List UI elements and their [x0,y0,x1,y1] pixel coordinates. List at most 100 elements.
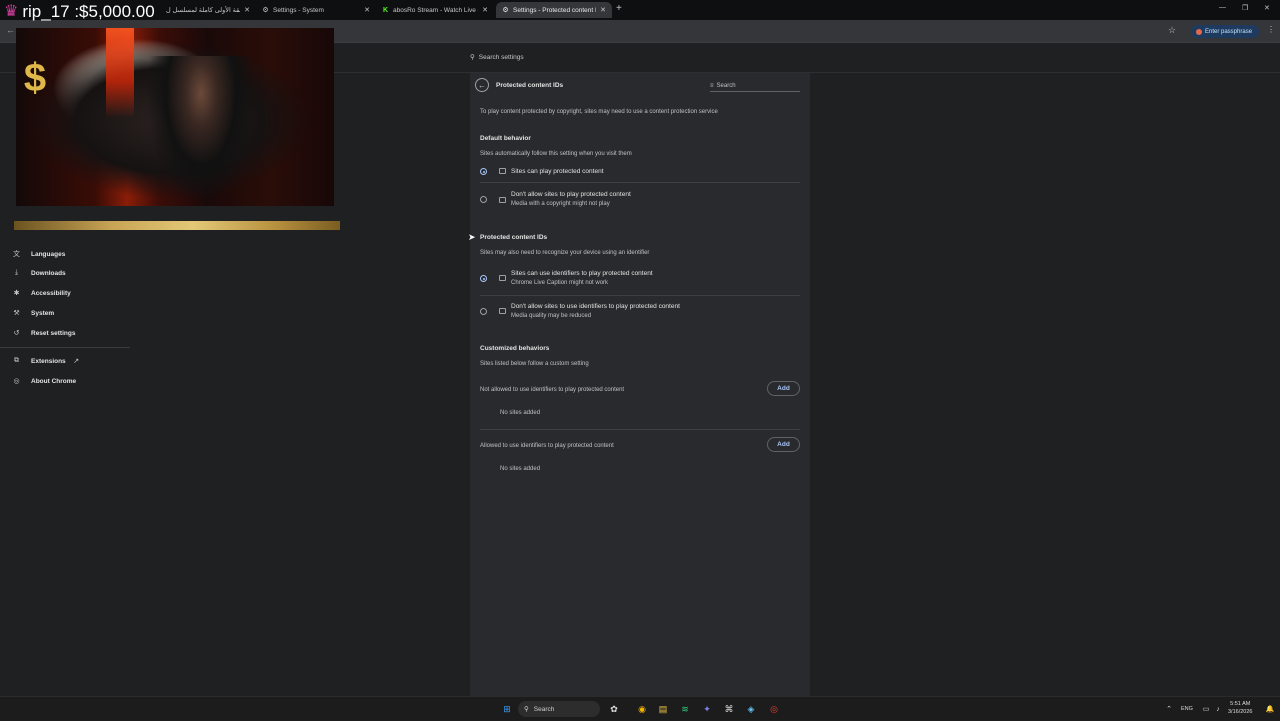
protected-content-icon [499,168,506,174]
radio-dont-allow-identifiers[interactable] [480,308,487,315]
sidebar-item-extensions[interactable]: ⧉ Extensions ↗ [12,357,81,365]
option-label: Sites can use identifiers to play protec… [511,270,653,277]
option-description: Chrome Live Caption might not work [511,280,609,286]
download-icon: ⤓ [14,269,19,276]
puzzle-icon: ⧉ [14,357,19,364]
donation-text: rip_17 :$5,000.00 [22,2,155,21]
sidebar-item-languages[interactable]: 文 Languages [12,249,65,259]
option-label: Don't allow sites to play protected cont… [511,191,631,198]
clock-time: 5:51 AM [1230,701,1251,707]
wrench-icon: ⚒ [13,310,20,317]
notification-bell-icon[interactable]: 🔔 [1264,703,1276,715]
tab-title: الحلقة الأولى كاملة لمسلسل ل [166,7,240,14]
file-explorer-icon[interactable]: ▤ [657,703,669,715]
add-allowed-button[interactable]: Add [767,437,800,452]
tab-title: Settings - Protected content ID [513,6,597,14]
menu-dots-icon[interactable]: ⋮ [1267,25,1275,34]
sidebar-item-downloads[interactable]: ⤓ Downloads [12,269,66,277]
section-sub-protected-content-ids: Sites may also need to recognize your de… [480,250,650,256]
taskbar-search[interactable]: ⚲ Search [518,701,600,717]
sidebar-item-label: Downloads [31,269,66,277]
divider [0,347,130,348]
tab-title: abosRo Stream - Watch Live o [393,6,479,14]
radio-dont-allow-play[interactable] [480,196,487,203]
profile-avatar-icon [1196,28,1202,35]
tab-settings-protected-content[interactable]: ⚙ Settings - Protected content ID ✕ [496,2,612,18]
close-icon[interactable]: ✕ [600,6,606,14]
gear-icon: ⚙ [502,7,509,14]
sidebar-item-reset-settings[interactable]: ↺ Reset settings [12,329,76,338]
restore-icon[interactable]: ❐ [1242,4,1248,12]
clock-date: 3/16/2026 [1228,709,1253,715]
taskbar-search-label: Search [533,705,555,713]
settings-search-input[interactable]: ⚲ Search settings [470,50,810,64]
language-indicator[interactable]: ENG [1181,706,1193,712]
goal-bar [14,221,340,230]
new-tab-icon[interactable]: + [616,3,622,14]
back-arrow-icon[interactable]: ← [475,78,489,92]
section-sub-customized-behaviors: Sites listed below follow a custom setti… [480,361,589,367]
teams-icon[interactable]: ✦ [701,703,713,715]
divider [480,182,800,183]
minimize-icon[interactable]: — [1219,4,1226,11]
bookmark-star-icon[interactable]: ☆ [1168,25,1176,36]
sidebar-item-system[interactable]: ⚒ System [12,309,55,318]
identifier-blocked-icon [499,308,506,314]
chevron-up-icon[interactable]: ⌃ [1163,703,1175,715]
sidebar-item-label: Accessibility [31,289,71,297]
gear-icon: ⚙ [262,7,269,14]
section-heading-default-behavior: Default behavior [480,135,531,142]
option-label: Don't allow sites to use identifiers to … [511,303,680,310]
option-description: Media with a copyright might not play [511,201,610,207]
widgets-icon[interactable]: ✿ [608,703,620,715]
intro-text: To play content protected by copyright, … [480,109,718,115]
close-icon[interactable]: ✕ [482,6,488,14]
sidebar-item-label: System [31,309,55,317]
tab-kick-stream[interactable]: K abosRo Stream - Watch Live o ✕ [376,2,494,18]
identifier-icon [499,275,506,281]
passphrase-label: Enter passphrase [1205,28,1253,35]
chrome-active-icon[interactable]: ◎ [768,703,780,715]
search-icon: ⚲ [524,706,529,713]
back-arrow-icon[interactable]: ← [6,25,15,35]
protected-content-blocked-icon [499,197,506,203]
kick-icon: K [382,6,389,14]
option-label: Sites can play protected content [511,168,604,175]
tab-arabic-video[interactable]: الحلقة الأولى كاملة لمسلسل ل ✕ [160,2,256,18]
chrome-taskbar-icon[interactable]: ◉ [636,703,648,715]
search-icon: ⚲ [470,54,475,61]
clock[interactable]: 5:51 AM 3/16/2026 [1228,700,1252,716]
tab-settings-system[interactable]: ⚙ Settings - System ✕ [256,2,376,18]
settings-search-placeholder: Search settings [478,53,524,61]
sidebar-item-label: Extensions [31,357,66,365]
app-icon[interactable]: ≋ [679,703,691,715]
not-allowed-list-label: Not allowed to use identifiers to play p… [480,387,625,393]
add-not-allowed-button[interactable]: Add [767,381,800,396]
steam-icon[interactable]: ◈ [745,703,757,715]
radio-sites-can-play[interactable] [480,168,487,175]
close-icon[interactable]: ✕ [364,6,370,14]
section-sub-default-behavior: Sites automatically follow this setting … [480,151,632,157]
divider [480,295,800,296]
open-external-icon: ↗ [73,358,80,365]
allowed-list-label: Allowed to use identifiers to play prote… [480,443,614,449]
sidebar-item-label: About Chrome [31,377,77,385]
sidebar-item-about-chrome[interactable]: ◎ About Chrome [12,377,77,386]
network-icon[interactable]: ▭ [1200,703,1212,715]
close-icon[interactable]: ✕ [244,6,250,14]
site-search-placeholder: Search [716,83,736,89]
chrome-icon: ◎ [13,378,20,385]
accessibility-icon: ✱ [13,290,20,297]
sidebar-item-accessibility[interactable]: ✱ Accessibility [12,289,71,298]
windows-start-icon[interactable]: ⊞ [501,703,513,715]
translate-icon: 文 [13,251,20,258]
divider [480,429,800,430]
site-search-input[interactable]: ≡ Search [710,81,800,92]
enter-passphrase-button[interactable]: Enter passphrase [1191,25,1260,38]
app-icon[interactable]: ⌘ [723,703,735,715]
radio-sites-can-use-identifiers[interactable] [480,275,487,282]
dollar-badge-icon: $ [23,56,47,100]
volume-icon[interactable]: ♪ [1212,703,1224,715]
window-close-icon[interactable]: ✕ [1264,4,1270,12]
reset-icon: ↺ [13,330,20,337]
